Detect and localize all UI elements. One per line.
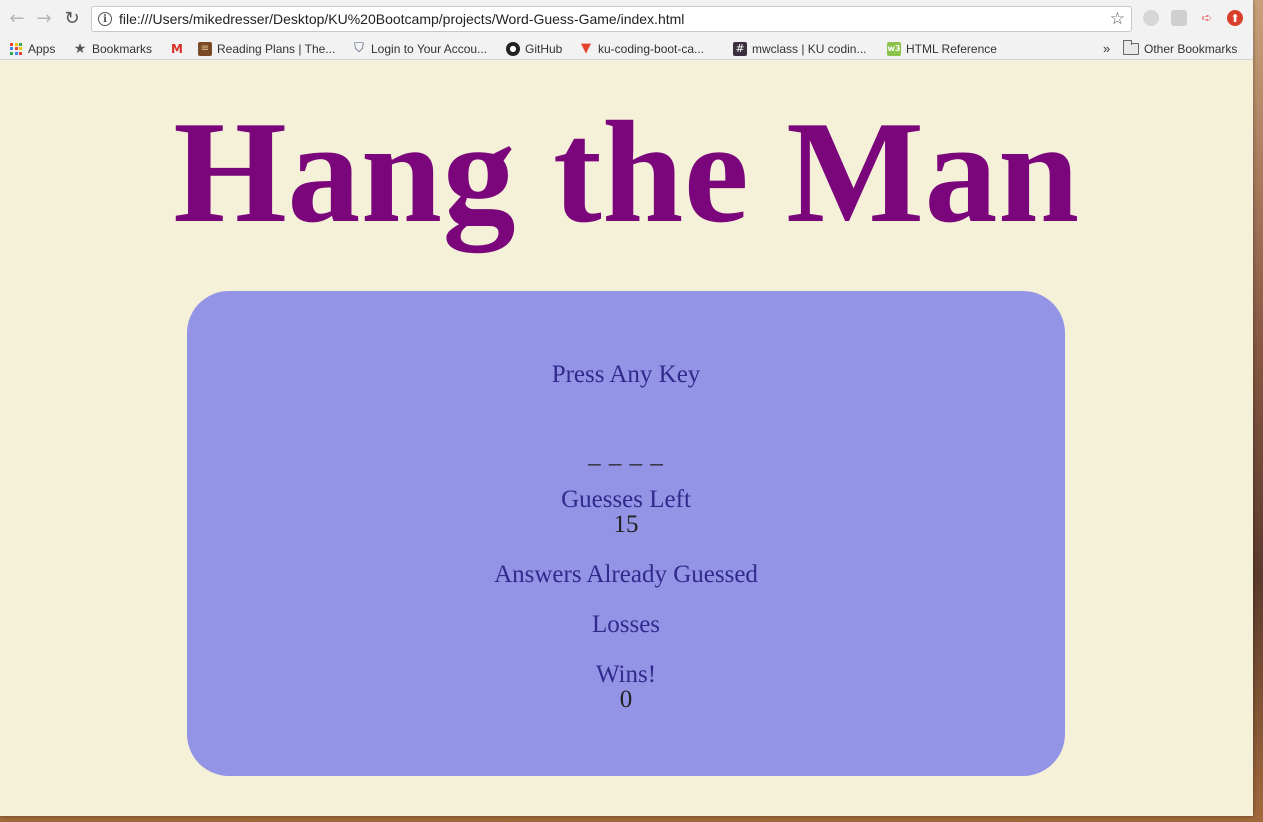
- site-info-icon[interactable]: i: [98, 12, 112, 26]
- wins-value: 0: [619, 686, 633, 713]
- bookmark-gmail[interactable]: M: [170, 40, 189, 57]
- guesses-left-label: Guesses Left: [561, 486, 691, 513]
- url-text[interactable]: file:///Users/mikedresser/Desktop/KU%20B…: [119, 11, 684, 27]
- bookmarks-overflow-button[interactable]: »: [1103, 40, 1110, 57]
- extension-arrow-icon[interactable]: ➪: [1199, 10, 1215, 26]
- browser-toolbar: ← → ↻ i file:///Users/mikedresser/Deskto…: [0, 0, 1253, 37]
- bookmark-label: ku-coding-boot-ca...: [598, 41, 705, 56]
- bookmark-login[interactable]: ⛉ Login to Your Accou...: [352, 40, 487, 57]
- reload-button[interactable]: ↻: [61, 8, 83, 30]
- bookmark-label: HTML Reference: [906, 41, 997, 56]
- bookmark-star-icon[interactable]: ☆: [1110, 9, 1125, 29]
- extension-circle-icon[interactable]: [1143, 10, 1159, 26]
- losses-label: Losses: [591, 611, 661, 638]
- folder-icon: [1123, 39, 1139, 55]
- bookmark-label: Reading Plans | The...: [217, 41, 336, 56]
- gitlab-icon: ▼: [581, 41, 591, 56]
- address-bar[interactable]: i file:///Users/mikedresser/Desktop/KU%2…: [91, 6, 1132, 32]
- bookmark-label: mwclass | KU codin...: [752, 41, 867, 56]
- page-title: Hang the Man: [173, 91, 1080, 253]
- bookmark-gitlab[interactable]: ▼ ku-coding-boot-ca...: [579, 40, 704, 57]
- reload-icon: ↻: [64, 8, 80, 29]
- wins-label: Wins!: [595, 661, 657, 688]
- github-icon: ●: [506, 41, 520, 56]
- extension-upload-icon[interactable]: ⬆: [1227, 10, 1243, 26]
- press-any-key-prompt: Press Any Key: [551, 361, 701, 388]
- back-button[interactable]: ←: [6, 8, 28, 30]
- bookmark-html-reference[interactable]: w3 HTML Reference: [887, 40, 997, 57]
- gmail-icon: M: [171, 41, 183, 56]
- bookmarks-bar: Apps ★ Bookmarks M ≡ Reading Plans | The…: [0, 37, 1253, 60]
- bookmark-apps[interactable]: Apps: [10, 40, 55, 57]
- apps-grid-icon: [10, 42, 22, 55]
- bible-icon: ≡: [198, 41, 212, 56]
- bookmark-reading-plans[interactable]: ≡ Reading Plans | The...: [198, 40, 335, 57]
- bookmark-label: Login to Your Accou...: [371, 41, 488, 56]
- bookmark-mwclass[interactable]: # mwclass | KU codin...: [733, 40, 866, 57]
- already-guessed-label: Answers Already Guessed: [494, 561, 758, 588]
- bookmark-label: Apps: [28, 41, 56, 56]
- bookmark-other[interactable]: Other Bookmarks: [1123, 39, 1238, 57]
- game-panel: Press Any Key _ _ _ _ Guesses Left 15 An…: [187, 291, 1065, 776]
- shield-icon: ⛉: [354, 41, 364, 56]
- bookmark-github[interactable]: ● GitHub: [506, 40, 562, 57]
- w3-icon: w3: [887, 41, 901, 56]
- forward-arrow-icon: →: [36, 8, 52, 29]
- extension-puzzle-icon[interactable]: [1171, 10, 1187, 26]
- chevron-double-right-icon: »: [1103, 41, 1111, 56]
- star-icon: ★: [73, 40, 87, 57]
- bookmark-label: Bookmarks: [92, 41, 153, 56]
- slack-hash-icon: #: [733, 41, 747, 56]
- bookmark-label: Other Bookmarks: [1144, 41, 1238, 56]
- bookmark-label: GitHub: [525, 41, 563, 56]
- page-content: Hang the Man Press Any Key _ _ _ _ Guess…: [0, 61, 1253, 816]
- browser-window: ← → ↻ i file:///Users/mikedresser/Deskto…: [0, 0, 1253, 816]
- guesses-left-value: 15: [613, 511, 639, 538]
- back-arrow-icon: ←: [9, 8, 25, 29]
- forward-button[interactable]: →: [33, 8, 55, 30]
- bookmark-bookmarks[interactable]: ★ Bookmarks: [73, 40, 152, 57]
- word-blanks: _ _ _ _: [588, 441, 664, 468]
